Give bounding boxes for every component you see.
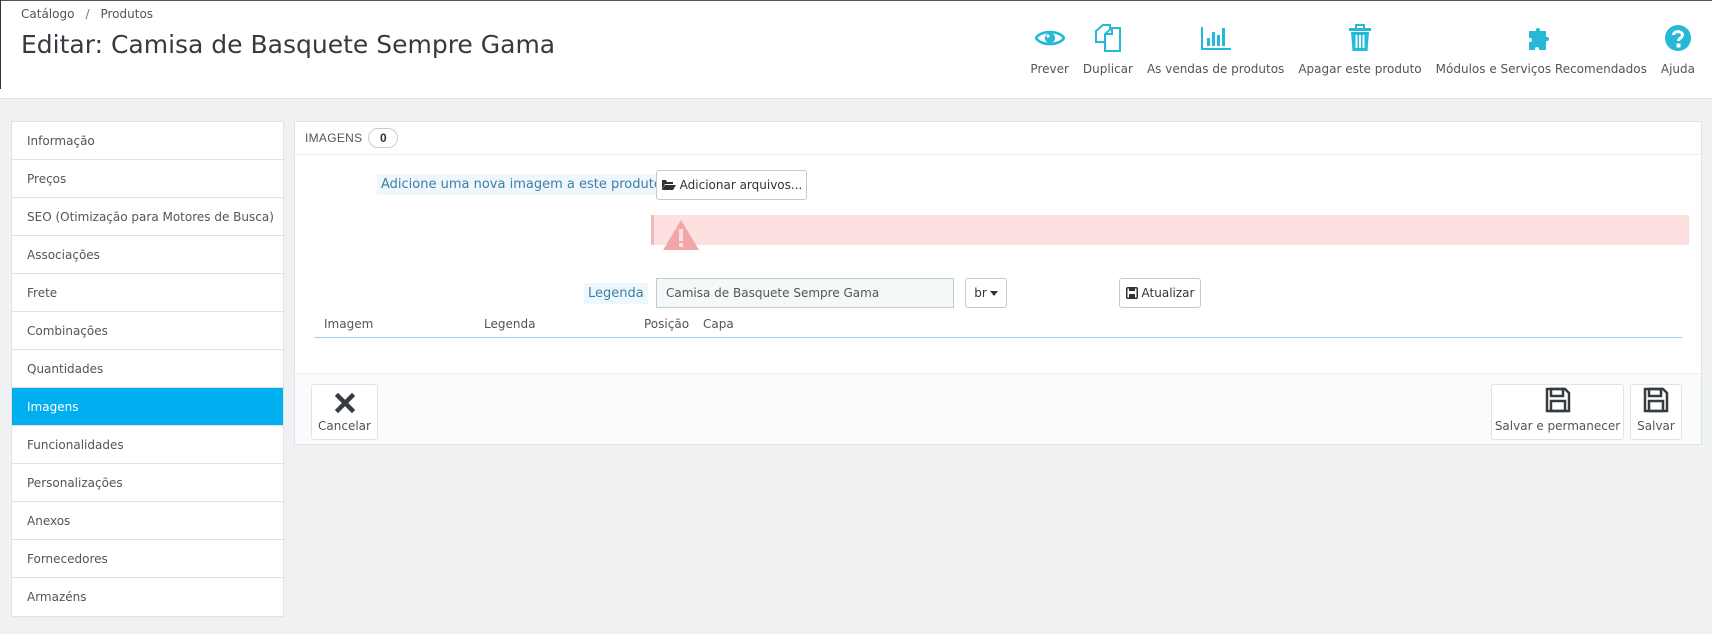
breadcrumb-separator: / (85, 7, 90, 21)
sidebar-item-label: Informação (27, 133, 95, 148)
column-header-cover: Capa (703, 317, 734, 331)
duplicate-label: Duplicar (1082, 62, 1133, 76)
help-button[interactable]: Ajuda (1654, 22, 1702, 76)
sidebar-item-fornecedores[interactable]: Fornecedores (12, 540, 283, 578)
column-header-position: Posição (644, 317, 690, 331)
cancel-button[interactable]: Cancelar (311, 384, 378, 440)
help-label: Ajuda (1660, 62, 1695, 76)
panel-heading: Imagens 0 (295, 122, 1701, 155)
sidebar-item-label: Combinações (27, 323, 108, 338)
sidebar-item-label: Imagens (27, 399, 79, 414)
sidebar-item-label: Quantidades (27, 361, 104, 376)
preview-button[interactable]: Prever (1023, 22, 1076, 76)
save-label: Salvar (1637, 419, 1675, 433)
save-and-stay-button[interactable]: Salvar e permanecer (1491, 384, 1624, 440)
copy-icon (1092, 22, 1124, 54)
breadcrumb-products[interactable]: Produtos (100, 7, 153, 21)
sidebar-item-label: Frete (27, 285, 58, 300)
folder-open-icon (661, 179, 676, 191)
save-button[interactable]: Salvar (1630, 384, 1682, 440)
page-toolbar: Prever Duplicar As vendas de produtos Ap… (1023, 22, 1702, 76)
caption-input[interactable]: Camisa de Basquete Sempre Gama (656, 278, 954, 308)
sidebar-item-imagens[interactable]: Imagens (12, 388, 283, 426)
sidebar-item-personalizacoes[interactable]: Personalizações (12, 464, 283, 502)
update-button[interactable]: Atualizar (1119, 278, 1201, 308)
preview-label: Prever (1030, 62, 1069, 76)
save-icon (1545, 387, 1571, 416)
images-panel: Imagens 0 Adicione uma nova imagem a est… (294, 121, 1702, 445)
caret-down-icon (989, 290, 998, 296)
images-table-header: Imagem Legenda Posição Capa (314, 317, 1682, 338)
sidebar-item-precos[interactable]: Preços (12, 160, 283, 198)
top-border (0, 0, 1712, 1)
sidebar-item-label: SEO (Otimização para Motores de Busca) (27, 209, 274, 224)
close-icon (334, 392, 355, 416)
cancel-label: Cancelar (318, 419, 371, 433)
language-label: br (974, 286, 987, 300)
sidebar-item-seo[interactable]: SEO (Otimização para Motores de Busca) (12, 198, 283, 236)
add-files-label: Adicionar arquivos... (679, 178, 803, 192)
sidebar-item-quantidades[interactable]: Quantidades (12, 350, 283, 388)
save-icon (1125, 287, 1138, 299)
trash-icon (1344, 22, 1376, 54)
recommended-modules-label: Módulos e Serviços Recomendados (1435, 62, 1647, 76)
panel-heading-title: Imagens (305, 131, 363, 145)
column-header-image: Imagem (324, 317, 374, 331)
save-icon (1643, 387, 1669, 416)
page-title: Editar: Camisa de Basquete Sempre Gama (21, 30, 556, 59)
column-header-caption: Legenda (484, 317, 536, 331)
product-sales-button[interactable]: As vendas de produtos (1140, 22, 1291, 76)
puzzle-icon (1525, 22, 1557, 54)
bar-chart-icon (1200, 22, 1232, 54)
breadcrumb: Catálogo / Produtos (21, 7, 153, 21)
delete-product-button[interactable]: Apagar este produto (1291, 22, 1428, 76)
help-icon (1662, 22, 1694, 54)
sidebar-item-label: Preços (27, 171, 67, 186)
eye-icon (1034, 22, 1066, 54)
add-files-button[interactable]: Adicionar arquivos... (656, 170, 807, 200)
sidebar-item-label: Armazéns (27, 590, 87, 604)
sidebar-item-label: Personalizações (27, 475, 123, 490)
sidebar-item-informacao[interactable]: Informação (12, 122, 283, 160)
add-image-label: Adicione uma nova imagem a este produto (377, 174, 666, 195)
recommended-modules-button[interactable]: Módulos e Serviços Recomendados (1429, 22, 1654, 76)
error-alert (651, 215, 1689, 250)
breadcrumb-catalog[interactable]: Catálogo (21, 7, 74, 21)
update-label: Atualizar (1141, 286, 1195, 300)
left-border (0, 0, 1, 89)
delete-product-label: Apagar este produto (1298, 62, 1422, 76)
sidebar-item-armazens[interactable]: Armazéns (12, 578, 283, 616)
sidebar-item-label: Anexos (27, 513, 71, 528)
save-and-stay-label: Salvar e permanecer (1494, 419, 1621, 433)
sidebar-item-label: Associações (27, 247, 100, 262)
sidebar-item-combinacoes[interactable]: Combinações (12, 312, 283, 350)
sidebar-item-associacoes[interactable]: Associações (12, 236, 283, 274)
product-sales-label: As vendas de produtos (1146, 62, 1285, 76)
panel-footer: Cancelar Salvar e permanecer Salvar (295, 373, 1701, 444)
sidebar-item-anexos[interactable]: Anexos (12, 502, 283, 540)
sidebar-item-funcionalidades[interactable]: Funcionalidades (12, 426, 283, 464)
sidebar-item-label: Funcionalidades (27, 437, 124, 452)
images-count-badge: 0 (368, 128, 399, 148)
sidebar-item-label: Fornecedores (27, 551, 108, 566)
caption-label: Legenda (584, 283, 648, 304)
product-tabs-sidebar: Informação Preços SEO (Otimização para M… (11, 121, 284, 617)
page-header: Catálogo / Produtos Editar: Camisa de Ba… (0, 0, 1712, 99)
warning-icon (662, 219, 700, 254)
duplicate-button[interactable]: Duplicar (1076, 22, 1140, 76)
sidebar-item-frete[interactable]: Frete (12, 274, 283, 312)
language-dropdown[interactable]: br (965, 278, 1007, 308)
